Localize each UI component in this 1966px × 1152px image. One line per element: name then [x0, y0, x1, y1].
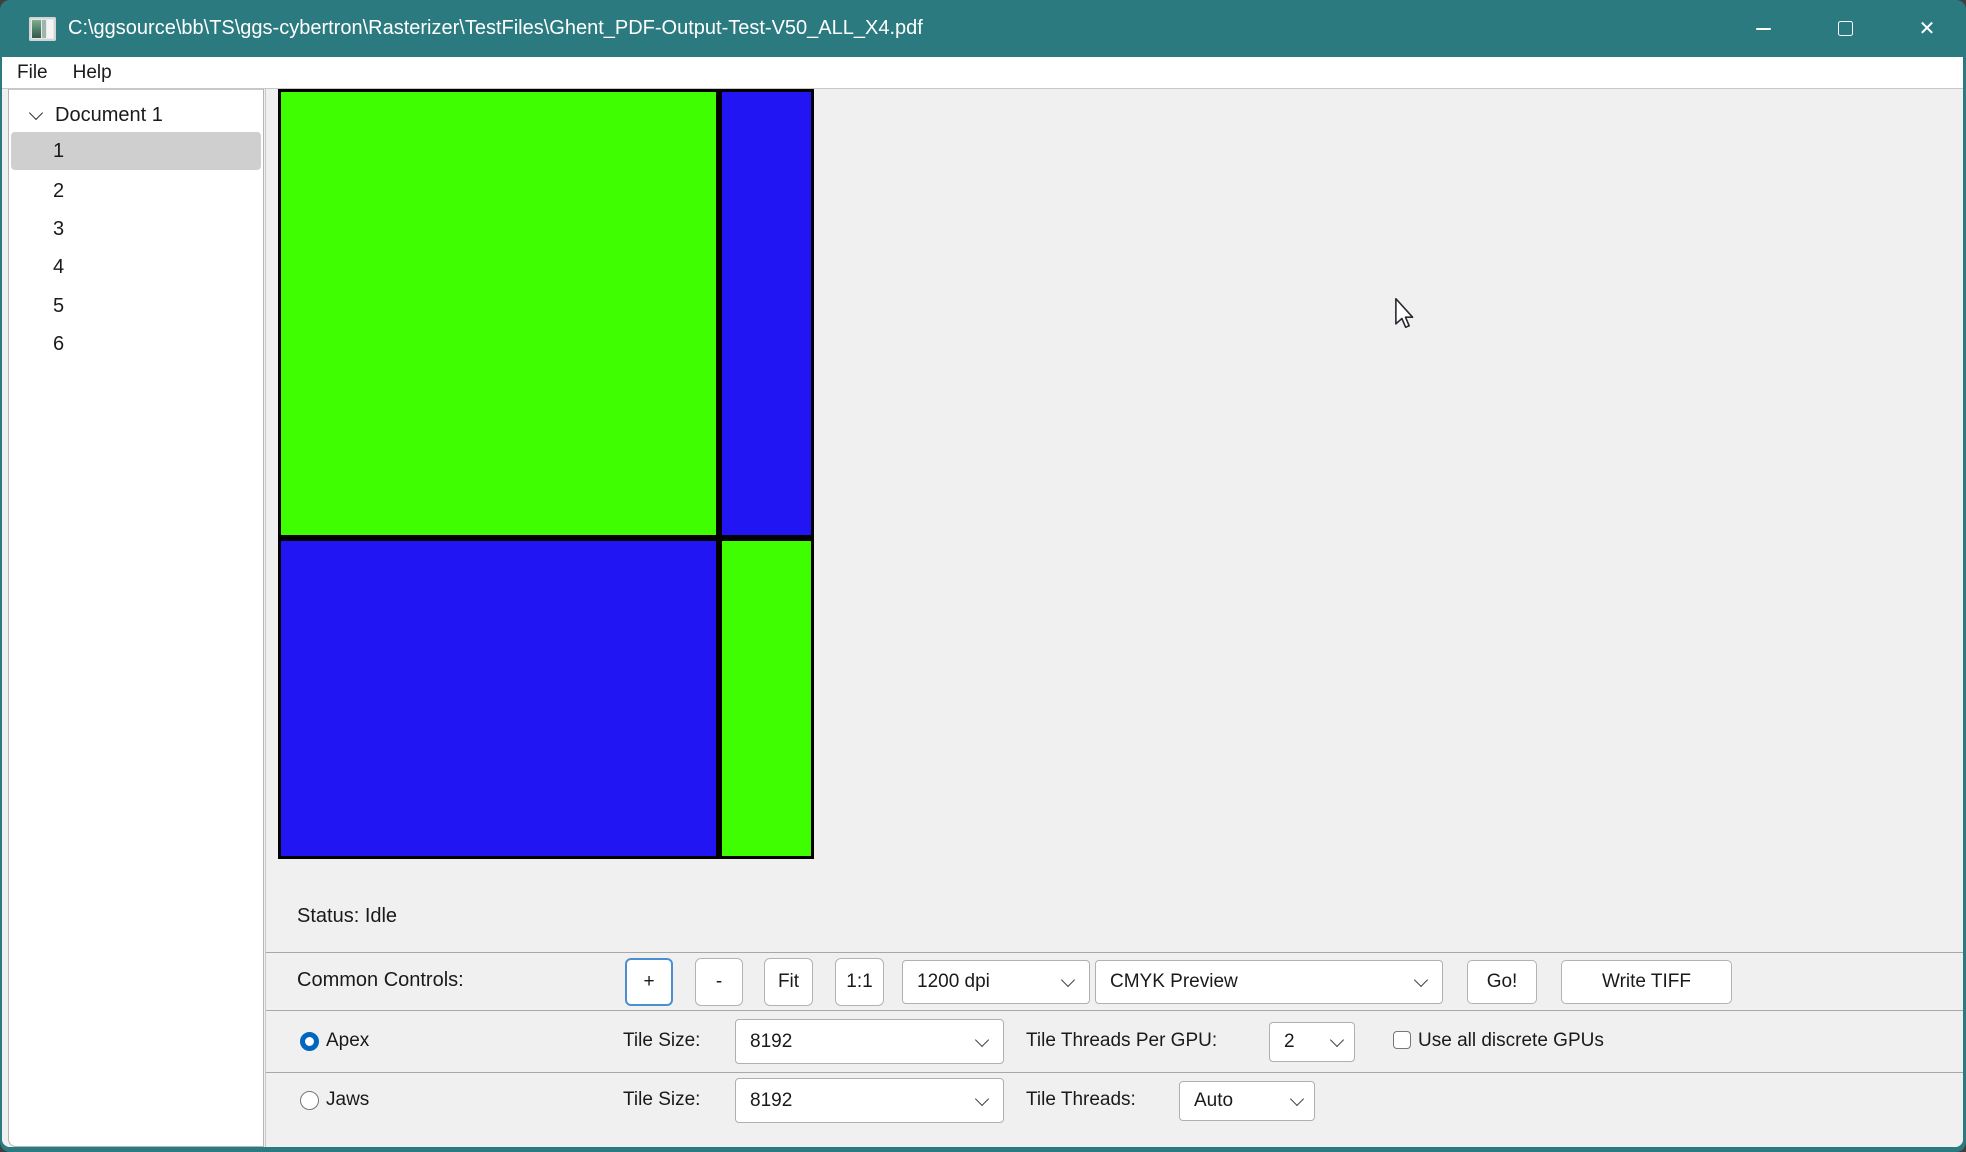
apex-threads-label: Tile Threads Per GPU:	[1026, 1030, 1217, 1052]
sidebar-page-item-4[interactable]: 4	[11, 248, 261, 286]
sidebar-page-item-5[interactable]: 5	[11, 287, 261, 325]
page-item-label: 6	[53, 333, 64, 356]
apex-threads-value: 2	[1284, 1031, 1332, 1053]
app-icon	[29, 17, 56, 41]
tree-node-document[interactable]: Document 1	[9, 100, 163, 130]
zoom-out-button[interactable]: -	[695, 958, 743, 1006]
status-text: Status: Idle	[297, 905, 397, 928]
menu-file[interactable]: File	[7, 60, 58, 86]
apex-label: Apex	[326, 1030, 369, 1052]
maximize-button[interactable]	[1814, 0, 1876, 57]
one-to-one-button[interactable]: 1:1	[835, 958, 884, 1006]
menu-help[interactable]: Help	[63, 60, 122, 86]
write-tiff-button[interactable]: Write TIFF	[1561, 960, 1732, 1004]
jaws-tile-size-dropdown[interactable]: 8192	[735, 1078, 1004, 1123]
menu-bar: File Help	[2, 57, 1963, 88]
page-preview-viewport[interactable]	[278, 89, 814, 859]
sidebar-page-item-1[interactable]: 1	[11, 132, 261, 170]
jaws-threads-value: Auto	[1194, 1090, 1292, 1112]
minimize-button[interactable]	[1732, 0, 1794, 57]
page-item-label: 2	[53, 180, 64, 203]
preview-tile-blue	[719, 89, 814, 538]
apex-tile-size-dropdown[interactable]: 8192	[735, 1019, 1004, 1064]
app-icon-stripe	[32, 20, 41, 38]
preview-mode-value: CMYK Preview	[1110, 971, 1416, 993]
zoom-in-button[interactable]: +	[625, 958, 673, 1006]
chevron-down-icon	[1290, 1092, 1304, 1106]
jaws-threads-label: Tile Threads:	[1026, 1089, 1136, 1111]
jaws-threads-dropdown[interactable]: Auto	[1179, 1081, 1315, 1121]
use-all-gpus-label: Use all discrete GPUs	[1418, 1030, 1604, 1052]
jaws-label: Jaws	[326, 1089, 369, 1111]
preview-tile-green	[719, 538, 814, 859]
sidebar-page-item-2[interactable]: 2	[11, 172, 261, 210]
apex-tile-size-value: 8192	[750, 1031, 977, 1053]
dpi-value: 1200 dpi	[917, 971, 1063, 993]
app-icon-stripe	[42, 20, 46, 38]
page-item-label: 4	[53, 256, 64, 279]
window-title: C:\ggsource\bb\TS\ggs-cybertron\Rasteriz…	[68, 0, 923, 57]
tree-node-label: Document 1	[55, 104, 163, 127]
apex-threads-dropdown[interactable]: 2	[1269, 1022, 1355, 1062]
chevron-down-icon	[1414, 973, 1428, 987]
preview-tile-blue	[278, 538, 719, 859]
chevron-down-icon[interactable]	[29, 106, 43, 120]
client-area: File Help Document 1 1 2 3	[2, 57, 1963, 1147]
dpi-dropdown[interactable]: 1200 dpi	[902, 960, 1090, 1004]
jaws-row: Jaws Tile Size: 8192 Tile Threads: Auto	[266, 1072, 1963, 1147]
sidebar-page-item-3[interactable]: 3	[11, 210, 261, 248]
common-controls-row: Common Controls: + - Fit 1:1 1200 dpi CM…	[266, 952, 1963, 1011]
close-button[interactable]: ✕	[1896, 0, 1958, 57]
page-tree-sidebar: Document 1 1 2 3 4 5 6	[8, 89, 264, 1147]
apex-tile-size-label: Tile Size:	[623, 1030, 700, 1052]
page-item-label: 1	[53, 140, 64, 163]
maximize-icon	[1838, 21, 1853, 36]
chevron-down-icon	[975, 1091, 989, 1105]
jaws-tile-size-value: 8192	[750, 1090, 977, 1112]
preview-tile-green	[278, 89, 719, 538]
close-icon: ✕	[1919, 19, 1936, 39]
jaws-radio[interactable]	[300, 1091, 319, 1110]
chevron-down-icon	[975, 1032, 989, 1046]
fit-button[interactable]: Fit	[764, 958, 813, 1006]
apex-radio[interactable]	[300, 1032, 319, 1051]
jaws-tile-size-label: Tile Size:	[623, 1089, 700, 1111]
page-item-label: 5	[53, 295, 64, 318]
common-controls-label: Common Controls:	[297, 969, 464, 992]
chevron-down-icon	[1330, 1033, 1344, 1047]
go-button[interactable]: Go!	[1467, 960, 1537, 1004]
chevron-down-icon	[1061, 973, 1075, 987]
sidebar-page-item-6[interactable]: 6	[11, 325, 261, 363]
apex-row: Apex Tile Size: 8192 Tile Threads Per GP…	[266, 1010, 1963, 1073]
app-window: C:\ggsource\bb\TS\ggs-cybertron\Rasteriz…	[0, 0, 1966, 1152]
minimize-icon	[1756, 28, 1771, 30]
app-content: Document 1 1 2 3 4 5 6	[2, 88, 1963, 1147]
page-item-label: 3	[53, 218, 64, 241]
preview-panel: Status: Idle Common Controls: + - Fit 1:…	[265, 89, 1963, 1147]
app-icon-stripe	[47, 20, 53, 38]
title-bar[interactable]: C:\ggsource\bb\TS\ggs-cybertron\Rasteriz…	[0, 0, 1966, 57]
use-all-gpus-checkbox[interactable]	[1393, 1031, 1411, 1049]
preview-mode-dropdown[interactable]: CMYK Preview	[1095, 960, 1443, 1004]
